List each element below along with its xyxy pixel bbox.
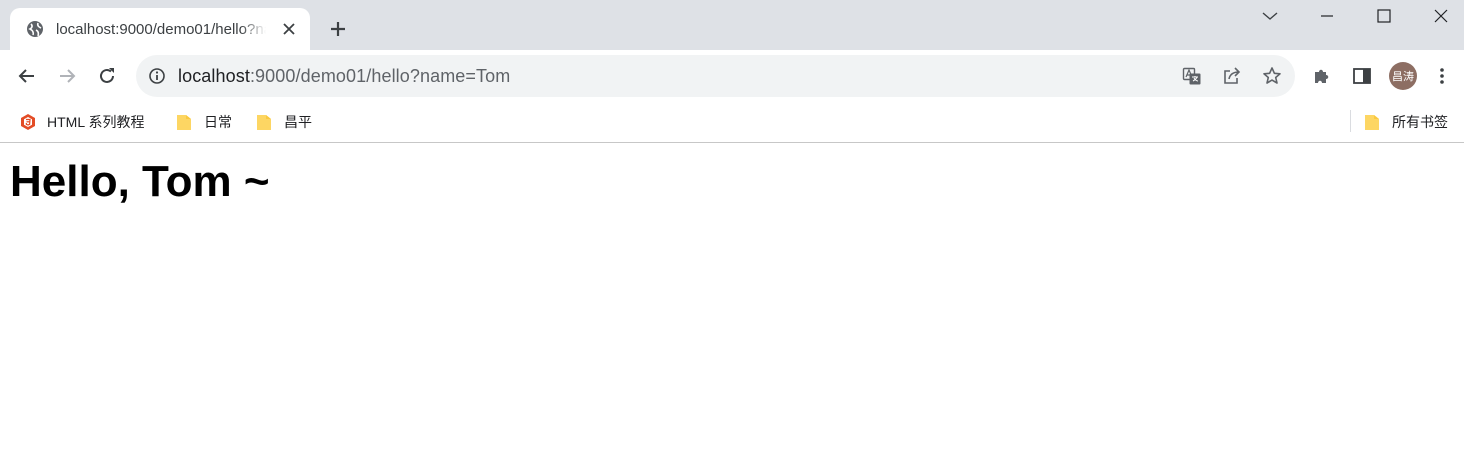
minimize-icon[interactable]: [1307, 4, 1347, 28]
back-icon[interactable]: [13, 62, 41, 90]
bookmark-label: 昌平: [284, 114, 312, 130]
profile-avatar[interactable]: 昌涛: [1389, 62, 1417, 90]
globe-icon: [26, 20, 44, 38]
close-tab-icon[interactable]: [280, 20, 298, 38]
url-text[interactable]: localhost:9000/demo01/hello?name=Tom: [178, 66, 510, 87]
url-path: :9000/demo01/hello?name=Tom: [249, 66, 511, 86]
browser-toolbar: localhost:9000/demo01/hello?name=Tom 昌涛: [0, 50, 1464, 102]
bookmark-folder-changping[interactable]: 昌平: [256, 110, 312, 134]
url-host: localhost: [178, 66, 250, 86]
all-bookmarks-folder[interactable]: 所有书签: [1364, 110, 1448, 134]
folder-icon: [176, 113, 194, 131]
translate-icon[interactable]: [1181, 65, 1203, 87]
extensions-icon[interactable]: [1310, 64, 1334, 88]
bookmarks-divider: [1350, 110, 1351, 132]
close-window-icon[interactable]: [1421, 4, 1461, 28]
html5-logo-icon: [19, 113, 37, 131]
bookmark-label: 日常: [204, 114, 232, 130]
tab-title: localhost:9000/demo01/hello?name=Tom: [56, 20, 266, 38]
bookmark-label: HTML 系列教程: [47, 114, 145, 130]
forward-icon[interactable]: [53, 62, 81, 90]
tab-search-chevron-icon[interactable]: [1250, 4, 1290, 28]
side-panel-icon[interactable]: [1350, 64, 1374, 88]
bookmark-star-icon[interactable]: [1261, 65, 1283, 87]
all-bookmarks-label: 所有书签: [1392, 114, 1448, 130]
bookmarks-bar: HTML 系列教程 日常 昌平 所有书签: [0, 102, 1464, 142]
folder-icon: [256, 113, 274, 131]
tab-strip: localhost:9000/demo01/hello?name=Tom: [0, 0, 1464, 50]
page-heading: Hello, Tom ~: [10, 157, 270, 206]
share-icon[interactable]: [1221, 65, 1243, 87]
new-tab-icon[interactable]: [326, 17, 350, 41]
bookmark-html-tutorial[interactable]: HTML 系列教程: [19, 110, 144, 134]
maximize-icon[interactable]: [1364, 4, 1404, 28]
site-info-icon[interactable]: [148, 67, 166, 85]
active-tab[interactable]: localhost:9000/demo01/hello?name=Tom: [10, 8, 310, 50]
page-content: Hello, Tom ~: [0, 143, 1464, 459]
reload-icon[interactable]: [93, 62, 121, 90]
more-menu-icon[interactable]: [1430, 64, 1454, 88]
folder-icon: [1364, 113, 1382, 131]
address-bar[interactable]: localhost:9000/demo01/hello?name=Tom: [136, 55, 1295, 97]
bookmark-folder-daily[interactable]: 日常: [176, 110, 232, 134]
